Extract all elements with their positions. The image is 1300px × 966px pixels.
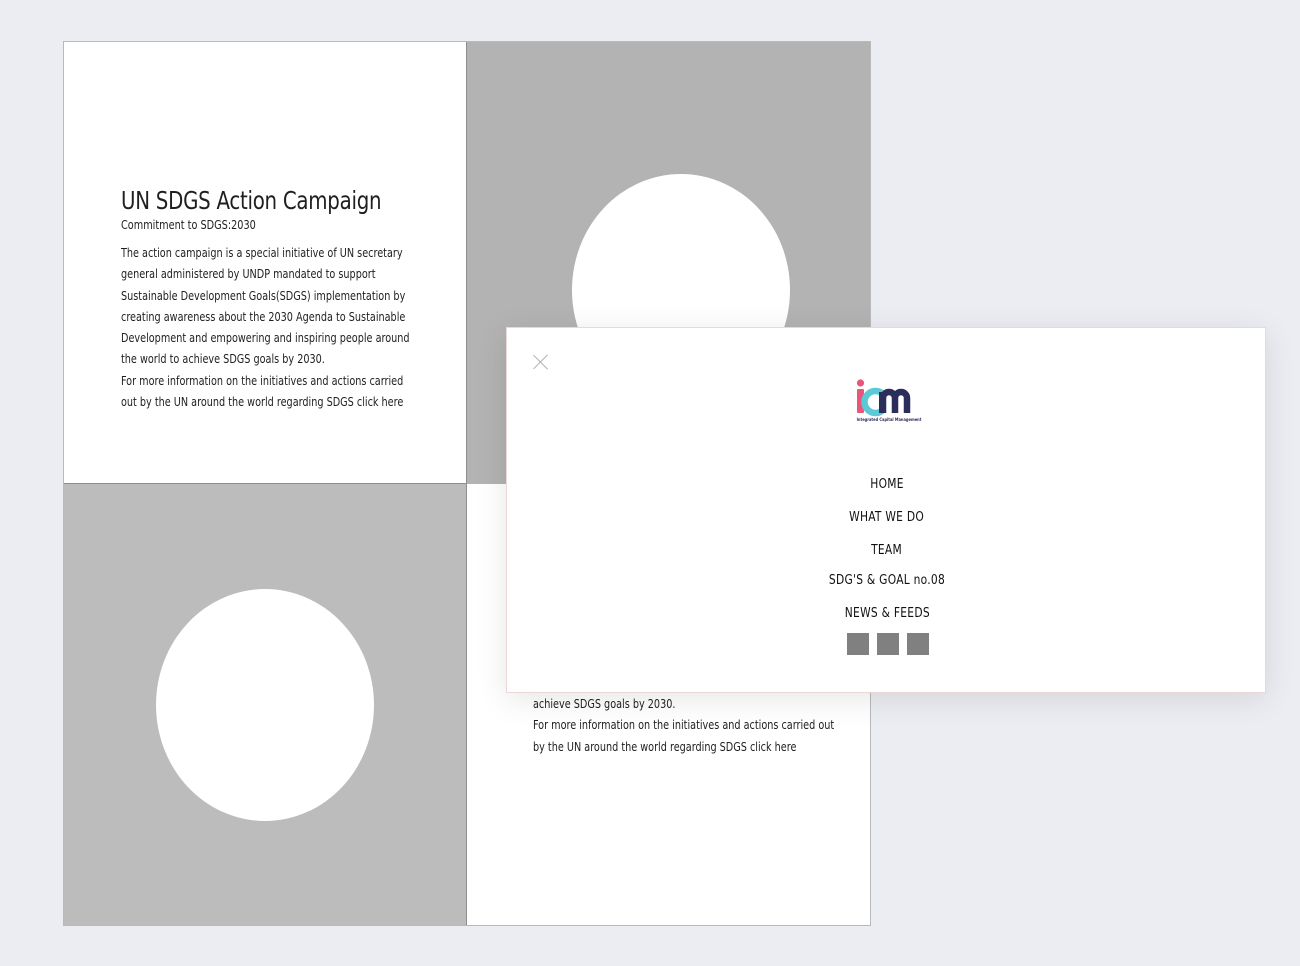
campaign-text-partial: achieve SDGS goals by 2030. For more inf…: [533, 693, 834, 757]
social-icon-3[interactable]: [907, 633, 929, 655]
image-placeholder-bottom-left: [64, 484, 467, 925]
menu-item-what-we-do[interactable]: WHAT WE DO: [507, 509, 1267, 525]
icm-logo[interactable]: Integrated Capital Management: [854, 377, 924, 423]
menu-item-label[interactable]: SDG'S & GOAL no.08: [829, 572, 945, 588]
social-icon-2[interactable]: [877, 633, 899, 655]
menu-item-label[interactable]: HOME: [870, 476, 903, 492]
menu-item-home[interactable]: HOME: [507, 476, 1267, 492]
campaign-text-block: UN SDGS Action Campaign Commitment to SD…: [121, 186, 421, 412]
campaign-title: UN SDGS Action Campaign: [121, 186, 382, 215]
circle-image-placeholder: [156, 589, 374, 821]
menu-item-label[interactable]: TEAM: [872, 542, 903, 558]
campaign-text-line[interactable]: by the UN around the world regarding SDG…: [533, 736, 833, 757]
menu-item-label[interactable]: WHAT WE DO: [850, 509, 925, 525]
icm-logo-mark: [856, 379, 911, 417]
close-icon[interactable]: [532, 353, 550, 371]
menu-item-news-feeds[interactable]: NEWS & FEEDS: [507, 605, 1267, 621]
menu-item-team[interactable]: TEAM: [507, 542, 1267, 558]
campaign-subtitle: Commitment to SDGS:2030: [121, 218, 256, 232]
menu-item-sdgs-goal[interactable]: SDG'S & GOAL no.08: [507, 572, 1267, 588]
menu-item-label[interactable]: NEWS & FEEDS: [844, 605, 929, 621]
intro-panel: UN SDGS Action Campaign Commitment to SD…: [64, 42, 467, 484]
campaign-text-line: achieve SDGS goals by 2030.: [533, 696, 676, 711]
logo-tagline: Integrated Capital Management: [856, 417, 922, 422]
campaign-body: The action campaign is a special initiat…: [121, 245, 410, 367]
social-icon-1[interactable]: [847, 633, 869, 655]
campaign-more-link[interactable]: For more information on the initiatives …: [121, 370, 421, 413]
campaign-text-line[interactable]: For more information on the initiatives …: [533, 714, 834, 735]
navigation-menu-modal: Integrated Capital Management HOME WHAT …: [506, 327, 1266, 693]
